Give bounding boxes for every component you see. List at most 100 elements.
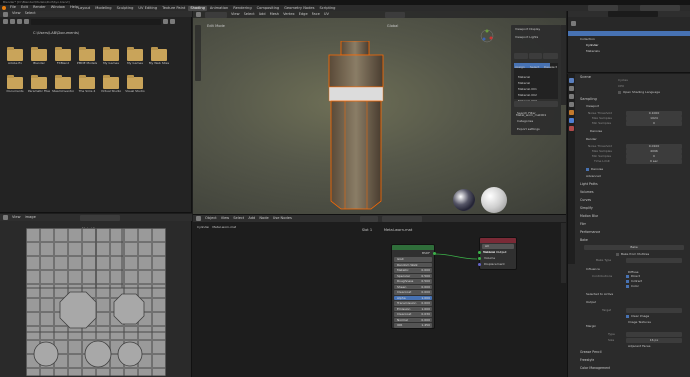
- menu-view[interactable]: View: [12, 11, 21, 17]
- menu-render[interactable]: Render: [33, 5, 46, 10]
- curves-header[interactable]: Curves: [580, 198, 591, 203]
- bsdf-output-socket[interactable]: [433, 252, 436, 255]
- assign-button[interactable]: Assign: [514, 53, 528, 69]
- tab-modeling[interactable]: Modeling: [93, 6, 113, 11]
- bsdf-field[interactable]: Transmission 0.000: [394, 301, 432, 306]
- menu-add[interactable]: Add: [259, 12, 266, 17]
- menu-object[interactable]: Object: [205, 216, 217, 221]
- folder-item[interactable]: My Web Sites: [148, 47, 170, 67]
- folder-item[interactable]: PMDE Models: [76, 47, 98, 67]
- editor-type-icon[interactable]: [3, 11, 8, 17]
- search-filter-header[interactable]: Search Filter: [517, 111, 536, 116]
- tab-animation[interactable]: Animation: [208, 6, 230, 11]
- tab-sculpting[interactable]: Sculpting: [115, 6, 136, 11]
- noise-threshold-field[interactable]: 0.1000: [626, 111, 682, 116]
- viewport-lights-header[interactable]: Viewport Lights: [515, 35, 538, 40]
- select-button[interactable]: Select: [529, 53, 542, 69]
- volumes-header[interactable]: Volumes: [580, 190, 594, 195]
- osl-checkbox[interactable]: Open Shading Language: [618, 90, 660, 95]
- tab-shading[interactable]: Shading: [188, 5, 207, 11]
- folder-item[interactable]: Visual Studio: [124, 75, 146, 95]
- performance-header[interactable]: Performance: [580, 230, 600, 235]
- surface-input-socket[interactable]: [478, 251, 481, 254]
- blender-logo-icon[interactable]: [2, 6, 6, 10]
- tab-compositing[interactable]: Compositing: [255, 6, 282, 11]
- color-management-header[interactable]: Color Management: [580, 366, 610, 371]
- viewport-display-header[interactable]: Viewport Display: [515, 27, 540, 32]
- folder-item[interactable]: Documents: [4, 75, 26, 95]
- slot-selector[interactable]: Slot 1: [359, 216, 378, 232]
- folder-item[interactable]: Virtual Studio: [100, 75, 122, 95]
- bsdf-field[interactable]: Clearcoat 0.000: [394, 290, 432, 295]
- menu-face[interactable]: Face: [312, 12, 320, 17]
- navigation-gizmo[interactable]: [480, 29, 494, 43]
- volume-input-socket[interactable]: [478, 257, 481, 260]
- bsdf-field[interactable]: Specular 0.500: [394, 273, 432, 278]
- folder-item[interactable]: My Games: [124, 47, 146, 67]
- parent-dir-icon[interactable]: [17, 19, 22, 24]
- grease-pencil-header[interactable]: Grease Pencil: [580, 350, 602, 355]
- folder-item[interactable]: Paramatic Files: [28, 75, 50, 95]
- margin-type-dropdown[interactable]: Adjacent Faces: [626, 332, 682, 348]
- bsdf-field[interactable]: Emission 1.000: [394, 306, 432, 311]
- color-checkbox[interactable]: Color: [626, 284, 639, 289]
- material-slot[interactable]: Material.002: [514, 81, 550, 97]
- render-min-samples-field[interactable]: 0: [626, 154, 682, 159]
- menu-edge[interactable]: Edge: [299, 12, 308, 17]
- material-slot[interactable]: Material.001: [514, 75, 550, 91]
- tab-uv-editing[interactable]: UV Editing: [136, 6, 159, 11]
- outliner-row[interactable]: Materials: [568, 37, 690, 53]
- displacement-input-socket[interactable]: [478, 263, 481, 266]
- folder-item[interactable]: My Games: [100, 47, 122, 67]
- margin-size-field[interactable]: 16 px: [626, 338, 682, 343]
- denoise-subheader[interactable]: Denoise: [590, 129, 602, 134]
- bake-type-dropdown[interactable]: Diffuse: [626, 258, 682, 274]
- render-noise-threshold-field[interactable]: 0.0100: [626, 144, 682, 149]
- use-nodes-toggle[interactable]: Use Nodes: [273, 216, 292, 221]
- render-tab-icon[interactable]: [569, 78, 574, 83]
- output-subheader[interactable]: Output: [586, 300, 596, 305]
- material-tab-icon[interactable]: [569, 126, 574, 131]
- path-field[interactable]: C:\Users\LAB\Documents\: [31, 18, 161, 35]
- back-icon[interactable]: [3, 19, 8, 24]
- menu-file[interactable]: File: [10, 5, 16, 10]
- output-target-dropdown[interactable]: All: [482, 244, 514, 249]
- simplify-header[interactable]: Simplify: [580, 206, 593, 211]
- folder-item[interactable]: Blender: [28, 47, 50, 67]
- render-max-samples-field[interactable]: 4096: [626, 149, 682, 154]
- menu-mesh[interactable]: Mesh: [270, 12, 279, 17]
- bsdf-field[interactable]: Sheen 0.000: [394, 284, 432, 289]
- menu-view[interactable]: View: [231, 12, 240, 17]
- material-selector[interactable]: Metal-worn-mat: [381, 216, 422, 232]
- outliner-row[interactable]: Scene Collection: [568, 19, 690, 35]
- refresh-icon[interactable]: [24, 19, 29, 24]
- node-editor[interactable]: Object View Select Add Node Use Nodes Sl…: [193, 214, 566, 377]
- material-slot[interactable]: Material: [514, 69, 550, 85]
- modifier-tab-icon[interactable]: [569, 118, 574, 123]
- principled-bsdf-node[interactable]: Principled BSDF BSDF GGX Random Walk Met…: [391, 244, 436, 329]
- settings-icon[interactable]: [170, 19, 175, 24]
- bsdf-field[interactable]: Clearcoat 0.030: [394, 312, 432, 317]
- deselect-button[interactable]: Deselect: [543, 53, 558, 69]
- filter-icon[interactable]: [163, 19, 168, 24]
- render-subheader[interactable]: Render: [586, 137, 597, 142]
- material-output-node[interactable]: Material Output All Surface Volume Displ…: [478, 237, 517, 270]
- menu-image[interactable]: Image: [25, 215, 36, 220]
- material-name-field[interactable]: Metal_worn_mat001: [514, 101, 558, 117]
- menu-uv[interactable]: UV: [324, 12, 329, 17]
- orientation-selector[interactable]: Global: [384, 12, 405, 28]
- bake-from-multires-checkbox[interactable]: Bake from Multires: [616, 252, 649, 257]
- menu-node[interactable]: Node: [259, 216, 268, 221]
- uv-texture-image[interactable]: [26, 228, 166, 376]
- tab-scripting[interactable]: Scripting: [317, 6, 337, 11]
- bsdf-field[interactable]: Alpha 1.000: [394, 295, 432, 300]
- distribution-dropdown[interactable]: GGX: [394, 257, 432, 262]
- menu-edit[interactable]: Edit: [21, 5, 28, 10]
- categories-header[interactable]: Categories: [517, 119, 533, 124]
- bake-header[interactable]: Bake: [580, 238, 588, 243]
- bsdf-field[interactable]: Roughness 0.500: [394, 279, 432, 284]
- min-samples-field[interactable]: 0: [626, 121, 682, 126]
- world-tab-icon[interactable]: [569, 102, 574, 107]
- export-settings-header[interactable]: Export settings: [517, 127, 540, 132]
- viewport-3d[interactable]: Edit Mode View Select Add Mesh Vertex Ed…: [193, 11, 566, 214]
